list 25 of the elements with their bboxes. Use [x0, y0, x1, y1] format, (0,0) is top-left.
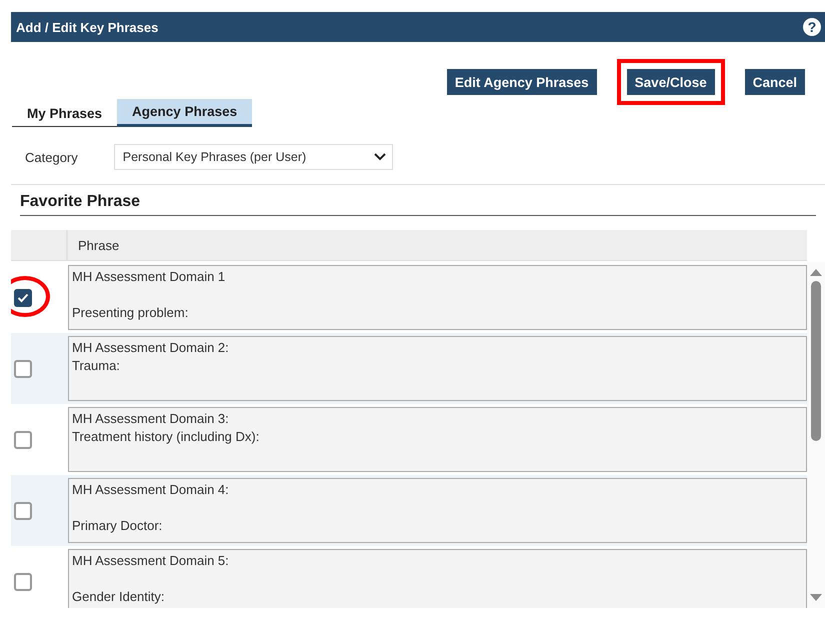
help-icon[interactable]: ?	[803, 18, 821, 36]
category-dropdown[interactable]: Personal Key Phrases (per User)	[114, 144, 393, 170]
scrollbar[interactable]	[807, 262, 825, 608]
toolbar-button[interactable]: Save/Close	[626, 69, 715, 95]
window-title: Add / Edit Key Phrases	[16, 20, 158, 34]
scroll-down-icon[interactable]	[810, 594, 822, 602]
checkbox[interactable]	[14, 572, 32, 590]
phrase-field[interactable]: MH Assessment Domain 2: Trauma:	[68, 336, 807, 401]
tab[interactable]: Agency Phrases	[117, 99, 252, 127]
phrase-field[interactable]: MH Assessment Domain 5: Gender Identity:	[68, 549, 807, 608]
checkbox[interactable]	[14, 430, 32, 448]
column-header: Phrase	[77, 236, 120, 254]
phrase-field[interactable]: MH Assessment Domain 3: Treatment history (including Dx):	[68, 407, 807, 472]
phrase-field[interactable]: MH Assessment Domain 4: Primary Doctor:	[68, 478, 807, 543]
checkbox[interactable]	[14, 502, 32, 520]
category-label: Category	[25, 150, 78, 164]
section-heading: Favorite Phrase	[20, 193, 816, 216]
checkbox[interactable]	[14, 360, 32, 378]
checkmark-icon	[17, 292, 29, 302]
phrase-field[interactable]: MH Assessment Domain 1 Presenting problem:	[68, 265, 807, 330]
chevron-down-icon	[374, 153, 386, 161]
scroll-up-icon[interactable]	[810, 268, 822, 276]
checkbox[interactable]	[14, 288, 32, 306]
toolbar-button[interactable]: Edit Agency Phrases	[446, 69, 597, 95]
toolbar-button[interactable]: Cancel	[744, 69, 805, 95]
